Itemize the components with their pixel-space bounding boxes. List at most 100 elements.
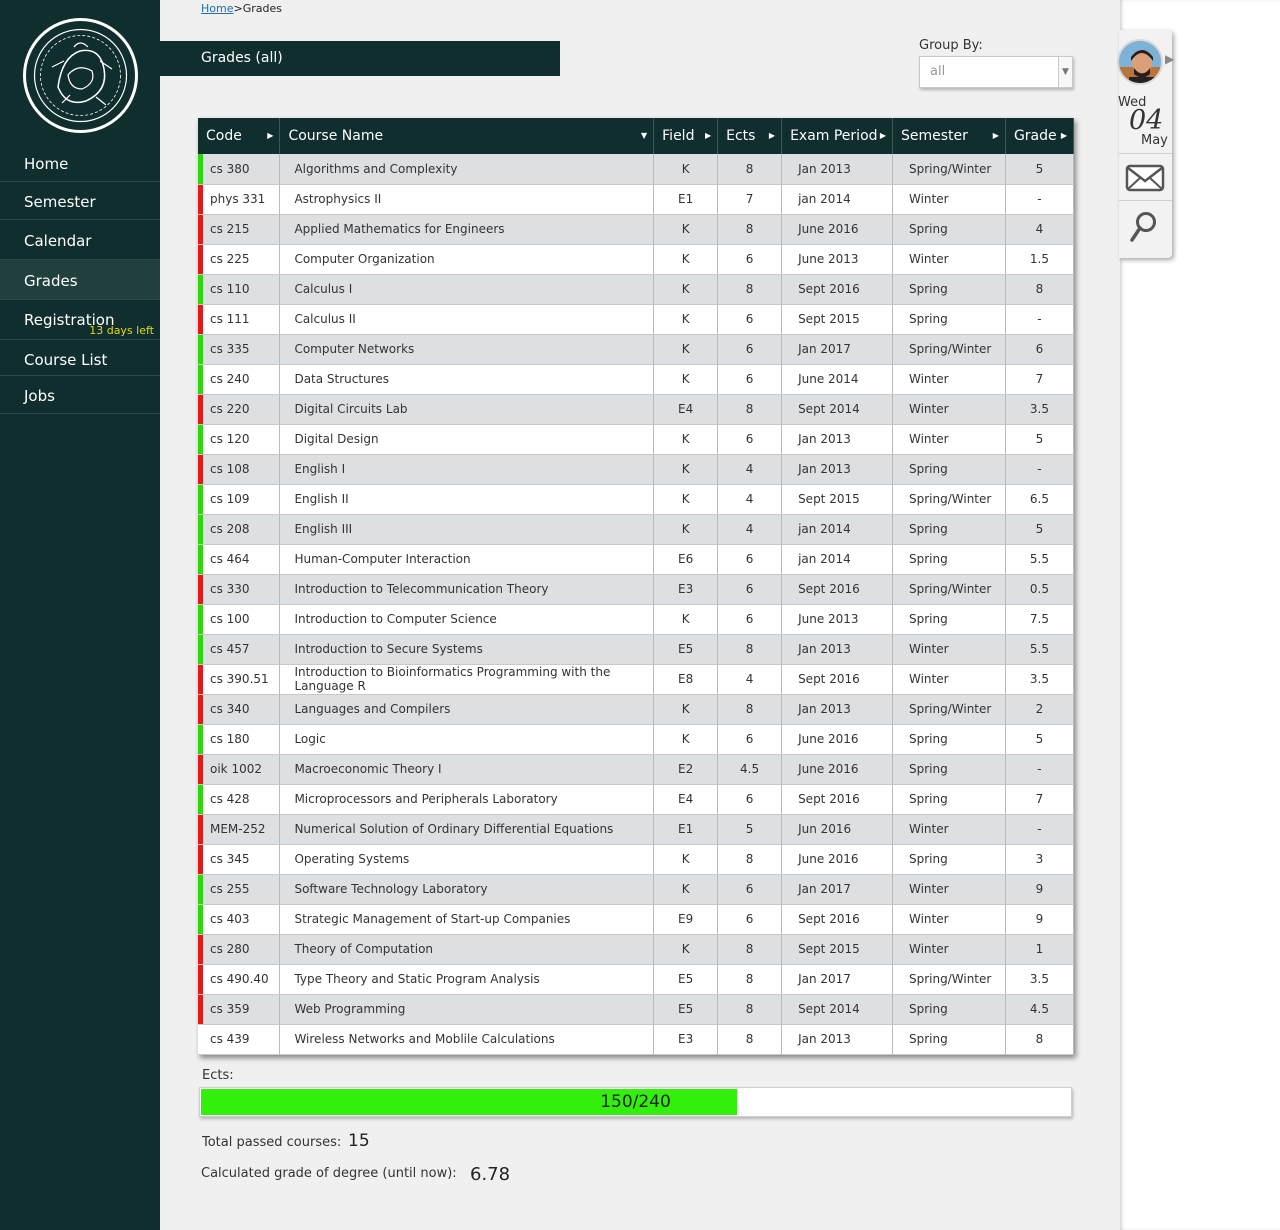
cell-field: E8: [653, 664, 719, 695]
group-by-select[interactable]: all ▼: [919, 56, 1073, 88]
table-row[interactable]: phys 331 Astrophysics II E1 7 jan 2014 Winter…: [198, 184, 1075, 215]
cell-code: cs 240: [198, 364, 281, 395]
cell-ects: 8: [717, 634, 783, 665]
breadcrumb-separator: >: [233, 2, 243, 15]
table-row[interactable]: cs 109 English II K 4 Sept 2015 Spring/Winter…: [198, 484, 1075, 515]
cell-grade: 7.5: [1005, 604, 1075, 635]
sort-arrow-icon[interactable]: ▶: [993, 131, 999, 140]
cell-grade: 1: [1005, 934, 1075, 965]
table-row[interactable]: cs 255 Software Technology Laboratory K 6 Ja…: [198, 874, 1075, 905]
avatar[interactable]: [1117, 39, 1163, 85]
sidebar-item-calendar[interactable]: Calendar: [0, 220, 160, 260]
table-row[interactable]: cs 403 Strategic Management of Start-up C…: [198, 904, 1075, 935]
cell-code: cs 255: [198, 874, 281, 905]
cell-ects: 4: [717, 484, 783, 515]
cell-exam: June 2016: [781, 754, 893, 785]
cell-name: Type Theory and Static Program Analysis: [279, 964, 655, 995]
sidebar-item-jobs[interactable]: Jobs: [0, 376, 160, 414]
table-row[interactable]: oik 1002 Macroeconomic Theory I E2 4.5 June …: [198, 754, 1075, 785]
table-row[interactable]: cs 380 Algorithms and Complexity K 8 Jan 201…: [198, 154, 1075, 185]
cell-name: Computer Organization: [279, 244, 655, 275]
column-header-label: Grade: [1013, 128, 1057, 144]
table-row[interactable]: cs 330 Introduction to Telecommunication …: [198, 574, 1075, 605]
mail-icon[interactable]: [1125, 162, 1165, 194]
cell-name: English III: [279, 514, 655, 545]
cell-exam: jan 2014: [781, 544, 893, 575]
avatar-menu-arrow-icon[interactable]: ▶: [1165, 52, 1174, 66]
cell-field: E1: [653, 184, 719, 215]
search-icon[interactable]: [1129, 210, 1159, 244]
table-row[interactable]: cs 208 English III K 4 jan 2014 Spring 5: [198, 514, 1075, 545]
sidebar-item-home[interactable]: Home: [0, 147, 160, 182]
table-row[interactable]: cs 180 Logic K 6 June 2016 Spring 5: [198, 724, 1075, 755]
cell-field: E5: [653, 994, 719, 1025]
column-header-label: Code: [206, 128, 242, 144]
table-row[interactable]: cs 359 Web Programming E5 8 Sept 2014 Spring 4…: [198, 994, 1075, 1025]
table-row[interactable]: cs 439 Wireless Networks and Moblile Calc…: [198, 1024, 1075, 1055]
cell-ects: 6: [717, 304, 783, 335]
table-row[interactable]: cs 340 Languages and Compilers K 8 Jan 2013 S…: [198, 694, 1075, 725]
sidebar-item-semester[interactable]: Semester: [0, 182, 160, 220]
cell-name: Operating Systems: [279, 844, 655, 875]
breadcrumb-home-link[interactable]: Home: [201, 2, 233, 15]
table-row[interactable]: cs 100 Introduction to Computer Science K 6…: [198, 604, 1075, 635]
sort-down-arrow-icon[interactable]: ▼: [641, 131, 647, 140]
table-row[interactable]: cs 457 Introduction to Secure Systems E5 8 J…: [198, 634, 1075, 665]
cell-ects: 6: [717, 724, 783, 755]
table-row[interactable]: cs 108 English I K 4 Jan 2013 Spring -: [198, 454, 1075, 485]
cell-semester: Spring: [892, 304, 1006, 335]
cell-ects: 6: [717, 784, 783, 815]
cell-code: cs 220: [198, 394, 281, 425]
column-header-grade[interactable]: Grade ▶: [1005, 118, 1075, 154]
sort-arrow-icon[interactable]: ▶: [267, 131, 273, 140]
table-row[interactable]: cs 215 Applied Mathematics for Engineers K…: [198, 214, 1075, 245]
cell-field: E2: [653, 754, 719, 785]
table-row[interactable]: cs 490.40 Type Theory and Static Program …: [198, 964, 1075, 995]
cell-code: cs 340: [198, 694, 281, 725]
column-header-course-name[interactable]: Course Name ▼: [279, 118, 655, 154]
cell-name: Algorithms and Complexity: [279, 154, 655, 185]
table-row[interactable]: cs 335 Computer Networks K 6 Jan 2017 Spring/…: [198, 334, 1075, 365]
cell-semester: Spring/Winter: [892, 694, 1006, 725]
cell-grade: 5.5: [1005, 634, 1075, 665]
table-row[interactable]: cs 240 Data Structures K 6 June 2014 Winter 7: [198, 364, 1075, 395]
table-row[interactable]: cs 225 Computer Organization K 6 June 2013 Wi…: [198, 244, 1075, 275]
cell-grade: 5: [1005, 724, 1075, 755]
cell-semester: Winter: [892, 814, 1006, 845]
sort-arrow-icon[interactable]: ▶: [1061, 131, 1067, 140]
cell-exam: Sept 2014: [781, 994, 893, 1025]
registration-deadline-badge: 13 days left: [89, 324, 154, 337]
table-row[interactable]: cs 120 Digital Design K 6 Jan 2013 Winter 5: [198, 424, 1075, 455]
cell-ects: 6: [717, 574, 783, 605]
cell-code: phys 331: [198, 184, 281, 215]
table-row[interactable]: cs 110 Calculus I K 8 Sept 2016 Spring 8: [198, 274, 1075, 305]
column-header-field[interactable]: Field ▶: [653, 118, 719, 154]
column-header-label: Ects: [726, 128, 756, 144]
date-number: 04: [1129, 105, 1164, 136]
table-row[interactable]: cs 390.51 Introduction to Bioinformatics …: [198, 664, 1075, 695]
page-title: Grades (all): [160, 41, 560, 76]
sidebar-item-label: Grades: [24, 272, 78, 290]
sidebar-item-registration[interactable]: Registration 13 days left: [0, 300, 160, 340]
sort-arrow-icon[interactable]: ▶: [880, 131, 886, 140]
table-row[interactable]: MEM-252 Numerical Solution of Ordinary Di…: [198, 814, 1075, 845]
column-header-ects[interactable]: Ects ▶: [717, 118, 783, 154]
sort-arrow-icon[interactable]: ▶: [769, 131, 775, 140]
column-header-code[interactable]: Code ▶: [198, 118, 281, 154]
sort-arrow-icon[interactable]: ▶: [705, 131, 711, 140]
sidebar-item-grades[interactable]: Grades: [0, 260, 160, 300]
table-row[interactable]: cs 220 Digital Circuits Lab E4 8 Sept 2014 Wi…: [198, 394, 1075, 425]
table-row[interactable]: cs 428 Microprocessors and Peripherals La…: [198, 784, 1075, 815]
cell-code: cs 457: [198, 634, 281, 665]
sidebar-item-course-list[interactable]: Course List: [0, 340, 160, 376]
cell-exam: Sept 2014: [781, 394, 893, 425]
cell-code: cs 335: [198, 334, 281, 365]
table-row[interactable]: cs 464 Human-Computer Interaction E6 6 jan 2…: [198, 544, 1075, 575]
column-header-exam-period[interactable]: Exam Period ▶: [781, 118, 893, 154]
table-row[interactable]: cs 111 Calculus II K 6 Sept 2015 Spring -: [198, 304, 1075, 335]
column-header-semester[interactable]: Semester ▶: [892, 118, 1006, 154]
table-row[interactable]: cs 280 Theory of Computation K 8 Sept 2015 Wi…: [198, 934, 1075, 965]
dropdown-arrow-icon[interactable]: ▼: [1058, 57, 1072, 87]
table-row[interactable]: cs 345 Operating Systems K 8 June 2016 Spring…: [198, 844, 1075, 875]
cell-field: E5: [653, 964, 719, 995]
